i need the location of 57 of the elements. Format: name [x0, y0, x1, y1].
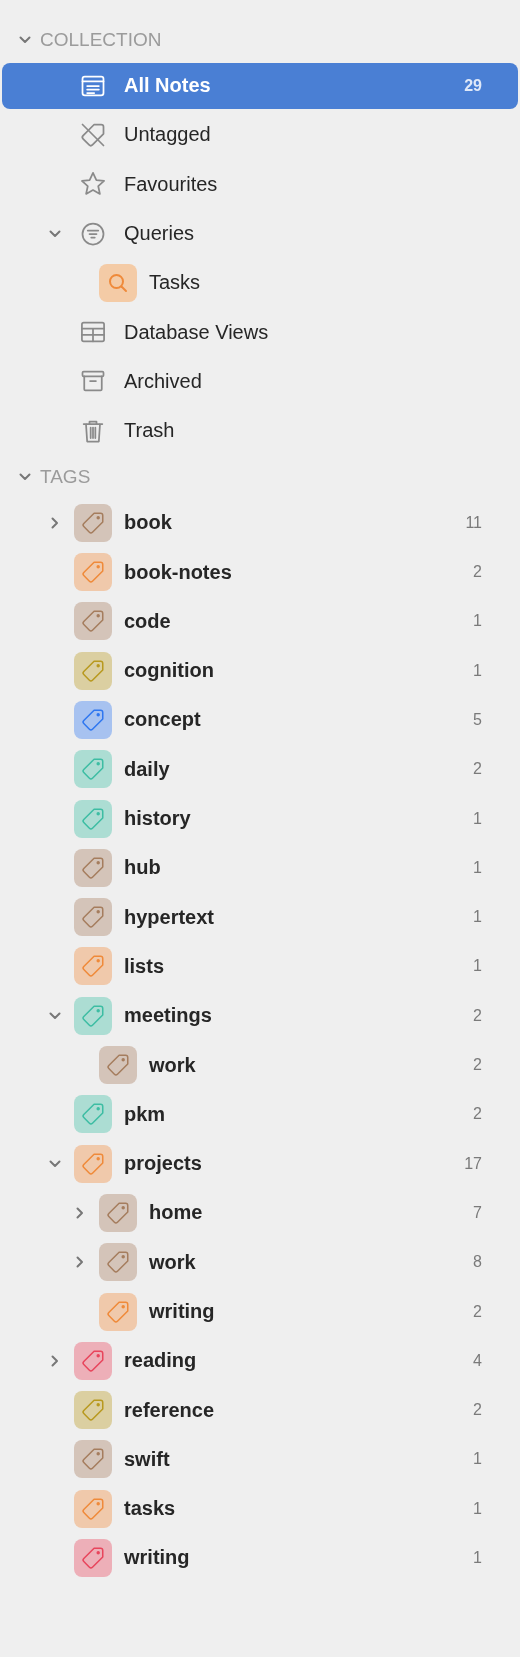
tag-item[interactable]: tasks 1: [2, 1485, 518, 1532]
sidebar-item[interactable]: Archived: [2, 358, 518, 405]
note-count: 5: [473, 710, 482, 729]
section-header: TAGS: [40, 465, 91, 488]
tag-item[interactable]: work 2: [2, 1042, 518, 1088]
note-count: 1: [473, 957, 482, 976]
note-count: 1: [473, 1450, 482, 1469]
tag-item[interactable]: book 11: [2, 499, 518, 546]
note-count: 7: [473, 1203, 482, 1222]
tag-item[interactable]: reference 2: [2, 1387, 518, 1434]
tag-item[interactable]: pkm 2: [2, 1091, 518, 1138]
sidebar-item[interactable]: Database Views: [2, 309, 518, 356]
note-count: 2: [473, 1105, 482, 1124]
search-icon: [99, 263, 137, 302]
note-count: 1: [473, 612, 482, 631]
sidebar-item[interactable]: Tasks: [2, 259, 518, 306]
tag-item[interactable]: hub 1: [2, 844, 518, 891]
tag-item[interactable]: reading 4: [2, 1337, 518, 1384]
sidebar-item[interactable]: All Notes 29: [2, 62, 518, 109]
tag-item[interactable]: meetings 2: [2, 992, 518, 1039]
note-count: 11: [465, 513, 482, 532]
note-count: 1: [473, 1549, 482, 1567]
note-count: 1: [473, 809, 482, 828]
tag-slash-icon: [79, 121, 107, 149]
tag-item[interactable]: concept 5: [2, 696, 518, 743]
tag-item[interactable]: code 1: [2, 598, 518, 645]
note-count: 2: [473, 1302, 482, 1321]
note-count: 8: [473, 1253, 482, 1272]
note-count: 1: [473, 1499, 482, 1518]
tag-item[interactable]: swift 1: [2, 1436, 518, 1483]
note-count: 1: [473, 858, 482, 877]
note-count: 1: [473, 908, 482, 927]
note-count: 2: [473, 760, 482, 779]
note-count: 2: [473, 1401, 482, 1420]
tag-item[interactable]: book-notes 2: [2, 549, 518, 596]
tag-item[interactable]: daily 2: [2, 746, 518, 793]
note-count: 29: [464, 76, 482, 95]
tag-item[interactable]: writing 2: [2, 1288, 518, 1335]
sidebar-item[interactable]: Untagged: [2, 112, 518, 158]
tag-item[interactable]: writing 1: [2, 1535, 518, 1581]
tag-item[interactable]: projects 17: [2, 1140, 518, 1187]
sidebar-item[interactable]: Queries: [2, 210, 518, 257]
note-count: 2: [473, 563, 482, 582]
section-header: COLLECTION: [40, 28, 162, 51]
note-count: 2: [473, 1056, 482, 1074]
note-count: 4: [473, 1351, 482, 1370]
note-count: 17: [464, 1154, 482, 1173]
note-count: 2: [473, 1006, 482, 1025]
tag-item[interactable]: history 1: [2, 795, 518, 842]
tag-item[interactable]: lists 1: [2, 943, 518, 990]
tag-item[interactable]: cognition 1: [2, 647, 518, 694]
tag-item[interactable]: work 8: [2, 1239, 518, 1286]
note-count: 1: [473, 661, 482, 680]
sidebar-item[interactable]: Favourites: [2, 161, 518, 208]
tag-item[interactable]: home 7: [2, 1189, 518, 1236]
sidebar-item[interactable]: Trash: [2, 407, 518, 454]
tag-item[interactable]: hypertext 1: [2, 894, 518, 941]
